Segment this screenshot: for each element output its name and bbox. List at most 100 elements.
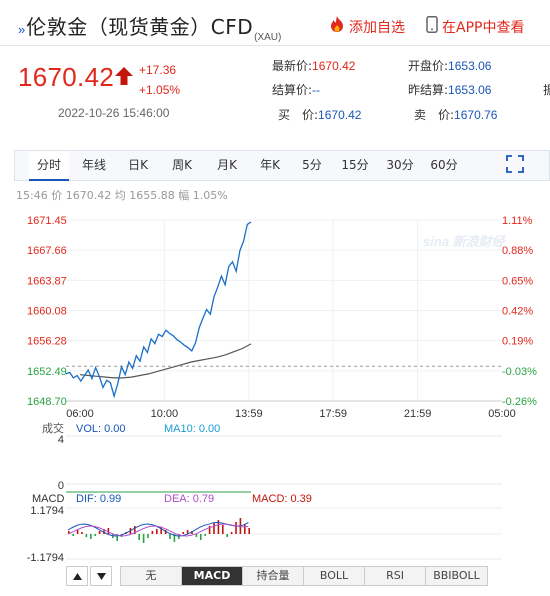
price-tick-label: 1660.08 (27, 306, 67, 318)
macd-title: MACD (32, 493, 64, 505)
time-x-axis: 06:00 10:00 13:59 17:59 21:59 05:00 (66, 408, 516, 420)
tab-minute[interactable]: 分时 (29, 151, 69, 181)
phone-icon (426, 16, 438, 38)
time-tick-label: 05:00 (488, 408, 516, 420)
field-label: 开盘价: (408, 59, 449, 73)
triangle-down-icon (96, 567, 106, 585)
field-value: 1670.42 (312, 59, 356, 73)
macd-bar (138, 534, 140, 540)
intraday-chart: 1671.45 1667.66 1663.87 1660.08 1656.28 1652.… (27, 215, 537, 564)
tab-monthly-k[interactable]: 月K (210, 151, 244, 180)
price-line (65, 221, 252, 399)
percent-tick-label: 0.65% (502, 275, 533, 287)
percent-tick-label: 0.19% (502, 336, 533, 348)
macd-bar (85, 534, 88, 537)
tab-5min[interactable]: 5分 (297, 151, 327, 180)
tab-daily-k[interactable]: 日K (121, 151, 155, 180)
macd-tick-bottom: -1.1794 (27, 552, 64, 564)
macd-bar (151, 531, 154, 534)
indicator-tabs: 无 MACD 持合量 BOLL RSI BBIBOLL (120, 566, 488, 586)
fullscreen-icon[interactable] (506, 155, 524, 178)
field-bid-price: 买 价:1670.42 (278, 106, 361, 123)
macd-bar (169, 534, 171, 539)
percent-tick-label: 0.88% (502, 245, 533, 257)
macd-bar (235, 522, 237, 534)
title-wrap: » 伦敦金（现货黄金）CFD (XAU) (18, 11, 281, 43)
avg-line (79, 343, 252, 379)
macd-bar (90, 534, 92, 539)
tab-15min[interactable]: 15分 (336, 151, 374, 180)
add-to-watchlist-label: 添加自选 (349, 19, 405, 36)
flame-icon (330, 16, 344, 37)
macd-bar (213, 523, 215, 534)
indicator-tab-none[interactable]: 无 (121, 567, 182, 585)
price-y-axis: 1671.45 1667.66 1663.87 1660.08 1656.28 1652.… (27, 215, 67, 408)
time-tick-label: 10:00 (151, 408, 179, 420)
percent-tick-label: -0.03% (502, 366, 537, 378)
ma10-value: MA10: 0.00 (164, 423, 220, 435)
macd-bar (81, 532, 83, 534)
macd-bar (200, 534, 202, 540)
field-ask-price: 卖 价:1670.76 (414, 106, 497, 123)
macd-bar (222, 525, 224, 534)
macd-value: MACD: 0.39 (252, 493, 312, 505)
tab-yearly-k[interactable]: 年K (253, 151, 287, 180)
change-value: +17.36 (139, 63, 177, 77)
percent-tick-label: 0.42% (502, 306, 533, 318)
field-prev-settle: 昨结算:1653.06 (408, 81, 491, 98)
macd-bar (244, 524, 246, 534)
indicator-tab-rsi[interactable]: RSI (365, 567, 426, 585)
indicator-tab-open-interest[interactable]: 持合量 (243, 567, 304, 585)
dea-value: DEA: 0.79 (164, 493, 214, 505)
macd-bar (182, 532, 184, 534)
macd-bar (147, 534, 149, 538)
tab-60min[interactable]: 60分 (425, 151, 463, 180)
macd-bar (248, 528, 250, 534)
macd-bar (230, 532, 233, 534)
dif-value: DIF: 0.99 (76, 493, 121, 505)
indicator-tab-macd[interactable]: MACD (182, 567, 243, 585)
macd-histogram (68, 518, 250, 543)
macd-bar (195, 534, 198, 537)
vol-tick-bottom: 0 (58, 480, 64, 492)
price-tick-label: 1671.45 (27, 215, 67, 227)
tab-year-line[interactable]: 年线 (77, 151, 111, 180)
field-label: 昨结算: (408, 83, 449, 97)
scroll-up-button[interactable] (66, 566, 88, 586)
field-last-price: 最新价:1670.42 (272, 57, 355, 74)
macd-bar (226, 534, 228, 537)
quote-time: 2022-10-26 15:46:00 (58, 106, 170, 120)
percent-tick-label: 1.11% (502, 215, 533, 227)
vol-tick-top: 4 (58, 434, 64, 446)
open-in-app-label: 在APP中查看 (442, 20, 525, 36)
triangle-up-icon (72, 567, 82, 585)
tab-weekly-k[interactable]: 周K (165, 151, 199, 180)
scroll-down-button[interactable] (90, 566, 112, 586)
tab-30min[interactable]: 30分 (381, 151, 419, 180)
price-tick-label: 1656.28 (27, 336, 67, 348)
field-value: -- (312, 83, 321, 97)
indicator-tab-bbiboll[interactable]: BBIBOLL (426, 567, 487, 585)
field-settle-price: 结算价:-- (272, 81, 320, 98)
macd-tick-top: 1.1794 (30, 505, 64, 517)
title-mark: » (18, 22, 26, 37)
indicator-tab-boll[interactable]: BOLL (304, 567, 365, 585)
field-value: 1670.42 (318, 108, 362, 122)
macd-bar (72, 534, 74, 536)
time-tick-label: 17:59 (319, 408, 347, 420)
percent-y-axis: 1.11% 0.88% 0.65% 0.42% 0.19% -0.03% -0.26% (502, 215, 537, 408)
price-tick-label: 1663.87 (27, 275, 67, 287)
price-tick-label: 1667.66 (27, 245, 67, 257)
header: » 伦敦金（现货黄金）CFD (XAU) 添加自选 在APP中查看 (0, 0, 550, 46)
field-cutoff: 振 (543, 83, 550, 97)
macd-bar (94, 534, 96, 536)
macd-bar (98, 531, 101, 534)
open-in-app-button[interactable]: 在APP中查看 (426, 16, 524, 38)
page-title: 伦敦金（现货黄金）CFD (26, 15, 254, 39)
field-label: 结算价: (272, 83, 313, 97)
add-to-watchlist-button[interactable]: 添加自选 (330, 16, 405, 37)
price-tick-label: 1648.70 (27, 396, 67, 408)
price-up-arrow-icon (114, 66, 134, 91)
field-value: 1653.06 (448, 83, 492, 97)
price-tick-label: 1652.49 (27, 366, 67, 378)
